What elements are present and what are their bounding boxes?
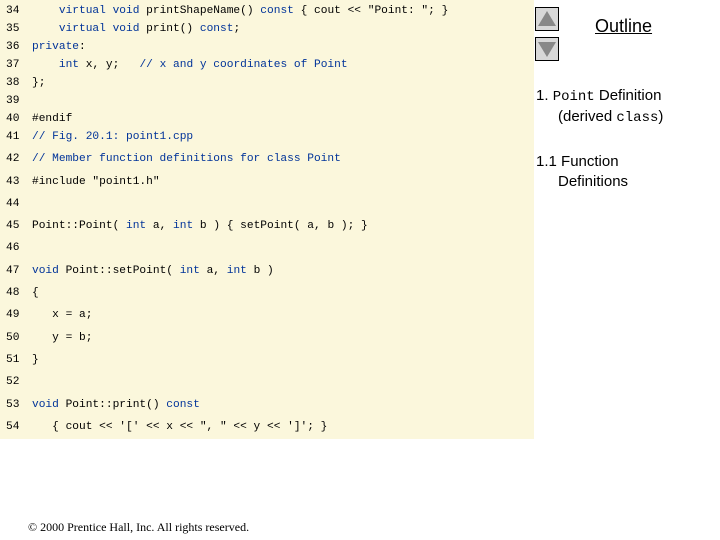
code-line: 41 // Fig. 20.1: point1.cpp <box>0 129 193 145</box>
outline-item-point-definition: 1. Point Definition (derived class) <box>536 86 663 128</box>
code-line: 44 <box>0 196 32 212</box>
code-text: // Fig. 20.1: point1.cpp <box>32 131 194 143</box>
previous-slide-button[interactable] <box>535 7 559 31</box>
code-line: 52 <box>0 374 32 390</box>
line-number: 50 <box>6 332 20 344</box>
outline-item-close-paren: ) <box>658 108 664 125</box>
line-number: 37 <box>6 59 20 71</box>
triangle-up-icon <box>538 11 556 26</box>
line-number: 40 <box>6 113 20 125</box>
code-line: 43 #include "point1.h" <box>0 174 160 190</box>
line-number: 52 <box>6 376 20 388</box>
line-number: 54 <box>6 421 20 433</box>
code-line: 35 virtual void print() const; <box>0 21 240 37</box>
code-text: #endif <box>32 113 73 125</box>
line-number: 46 <box>6 242 20 254</box>
code-text: x = a; <box>32 309 93 321</box>
line-number: 38 <box>6 77 20 89</box>
code-text: Point::Point( int a, int b ) { setPoint(… <box>32 220 368 232</box>
code-text: void Point::setPoint( int a, int b ) <box>32 265 274 277</box>
code-text: void Point::print() const <box>32 399 200 411</box>
copyright-notice: © 2000 Prentice Hall, Inc. All rights re… <box>28 520 250 534</box>
line-number: 48 <box>6 287 20 299</box>
line-number: 45 <box>6 220 20 232</box>
code-text: private: <box>32 41 86 53</box>
code-line: 47 void Point::setPoint( int a, int b ) <box>0 263 274 279</box>
outline-link[interactable]: Outline <box>595 16 652 37</box>
outline-item-sublabel: (derived <box>558 108 613 125</box>
code-line: 37 int x, y; // x and y coordinates of P… <box>0 57 348 73</box>
code-line: 48 { <box>0 285 39 301</box>
outline-item-number: 1.1 <box>536 153 557 170</box>
outline-item-label: Definition <box>598 87 662 104</box>
line-number: 47 <box>6 265 20 277</box>
code-line: 42 // Member function definitions for cla… <box>0 151 341 167</box>
code-text: { cout << '[' << x << ", " << y << ']'; … <box>32 421 328 433</box>
code-listing-panel: 34 virtual void printShapeName() const {… <box>0 0 534 439</box>
code-text: } <box>32 354 39 366</box>
line-number: 36 <box>6 41 20 53</box>
line-number: 42 <box>6 153 20 165</box>
code-line: 36 private: <box>0 39 86 55</box>
code-line: 38}; <box>0 75 45 91</box>
code-line: 39 <box>0 93 32 109</box>
outline-item-number: 1. <box>536 87 549 104</box>
outline-code-class: class <box>616 110 659 126</box>
line-number: 41 <box>6 131 20 143</box>
code-text: y = b; <box>32 332 93 344</box>
triangle-down-icon <box>538 42 556 57</box>
code-line: 46 <box>0 240 32 256</box>
code-line: 40 #endif <box>0 111 72 127</box>
code-line: 45 Point::Point( int a, int b ) { setPoin… <box>0 218 368 234</box>
outline-code-point: Point <box>552 89 595 105</box>
code-line: 54 { cout << '[' << x << ", " << y << ']… <box>0 419 327 435</box>
next-slide-button[interactable] <box>535 37 559 61</box>
code-text: virtual void printShapeName() const { co… <box>58 5 449 17</box>
line-number: 53 <box>6 399 20 411</box>
code-line: 34 virtual void printShapeName() const {… <box>0 3 448 19</box>
code-line: 51} <box>0 352 39 368</box>
outline-item-sublabel: Definitions <box>558 173 629 190</box>
code-text: int x, y; // x and y coordinates of Poin… <box>58 59 348 71</box>
code-text: }; <box>32 77 46 89</box>
code-text: virtual void print() const; <box>58 23 241 35</box>
code-line: 53 void Point::print() const <box>0 397 200 413</box>
code-text: // Member function definitions for class… <box>32 153 341 165</box>
code-text: { <box>32 287 39 299</box>
line-number: 43 <box>6 176 20 188</box>
code-line: 49 x = a; <box>0 307 92 323</box>
code-text: #include "point1.h" <box>32 176 160 188</box>
outline-item-label: Function <box>561 153 619 170</box>
outline-item-function-definitions: 1.1 Function Definitions <box>536 152 628 192</box>
line-number: 49 <box>6 309 20 321</box>
line-number: 51 <box>6 354 20 366</box>
code-line: 50 y = b; <box>0 330 92 346</box>
line-number: 44 <box>6 198 20 210</box>
line-number: 34 <box>6 5 20 17</box>
line-number: 35 <box>6 23 20 35</box>
line-number: 39 <box>6 95 20 107</box>
